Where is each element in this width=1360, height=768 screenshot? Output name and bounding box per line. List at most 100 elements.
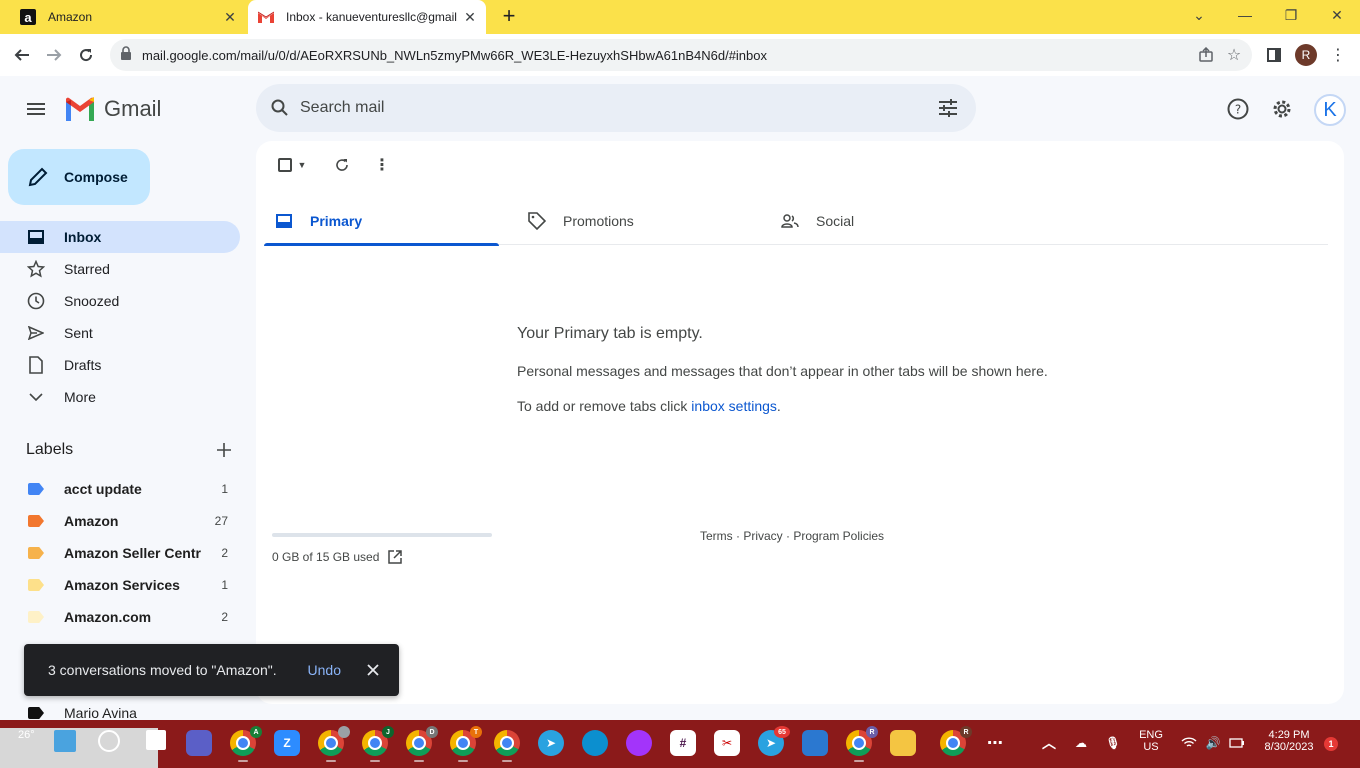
profile-avatar[interactable]: R [1292,41,1320,69]
label-tag-icon [28,547,44,559]
zoom-icon[interactable]: Z [274,730,300,756]
slack-icon[interactable]: # [670,730,696,756]
overflow-icon[interactable]: ⋯ [982,730,1008,756]
tab-search-icon[interactable]: ⌄ [1176,0,1222,30]
onedrive-icon[interactable]: ☁ [1068,730,1094,756]
wifi-icon[interactable] [1176,730,1202,756]
refresh-icon[interactable] [330,153,354,177]
snipping-tool-icon[interactable]: ✂ [714,730,740,756]
main-menu-icon[interactable] [20,93,52,125]
sidebar-item-snoozed[interactable]: Snoozed [0,285,240,317]
back-icon[interactable] [8,41,36,69]
chrome-profile-icon[interactable] [318,726,350,762]
side-panel-icon[interactable] [1260,41,1288,69]
tab-promotions[interactable]: Promotions [517,197,752,245]
sidebar-item-sent[interactable]: Sent [0,317,240,349]
label-item-amazon-seller-central[interactable]: Amazon Seller Centr 2 [0,537,240,569]
footer-links[interactable]: Terms · Privacy · Program Policies [700,529,884,543]
open-external-icon[interactable] [387,549,403,565]
chrome-profile-r-icon[interactable]: R [846,726,878,762]
tab-title: Amazon [48,10,93,24]
reload-icon[interactable] [72,41,100,69]
tab-primary[interactable]: Primary [264,197,499,246]
compose-label: Compose [64,169,128,185]
forward-icon[interactable] [40,41,68,69]
chrome-profile-d-icon[interactable]: D [406,726,438,762]
notepad-icon[interactable] [802,730,828,756]
chrome-profile-a-icon[interactable]: A [230,726,262,762]
chrome-profile-t-icon[interactable]: T [450,726,482,762]
close-icon[interactable]: ✕ [218,5,242,29]
sidebar-item-label: Drafts [64,357,102,373]
new-tab-button[interactable]: + [496,5,522,29]
search-input[interactable] [300,99,936,117]
bookmark-star-icon[interactable]: ☆ [1220,41,1248,69]
label-item-amazon-services[interactable]: Amazon Services 1 [0,569,240,601]
lock-icon[interactable] [120,45,132,65]
clock[interactable]: 4:29 PM 8/30/2023 [1254,729,1324,753]
label-item-amazon-com[interactable]: Amazon.com 2 [0,601,240,633]
tab-label: Promotions [563,213,634,229]
telegram-desktop-icon[interactable]: ➤ 65 [758,726,790,756]
chevron-up-icon[interactable]: ︿ [1036,730,1062,756]
chrome-active-icon[interactable]: R [940,726,972,756]
settings-gear-icon[interactable] [1268,95,1296,123]
search-options-icon[interactable] [936,96,960,120]
label-name: acct update [64,481,142,497]
chrome-profile-j-icon[interactable]: J [362,726,394,762]
help-icon[interactable]: ? [1224,95,1252,123]
language-indicator[interactable]: ENG US [1136,729,1166,753]
sidebar-item-drafts[interactable]: Drafts [0,349,240,381]
hint-prefix: To add or remove tabs click [517,398,692,414]
gmail-logo[interactable]: Gmail [64,96,161,122]
search-bar[interactable] [256,84,976,132]
tab-label: Primary [310,213,363,229]
telegram-icon[interactable]: ➤ [538,730,564,756]
more-options-icon[interactable]: ⋮ [370,153,394,177]
chevron-down-icon [26,387,46,407]
label-item-amazon[interactable]: Amazon 27 [0,505,240,537]
edge-icon[interactable] [582,730,608,756]
file-explorer-icon[interactable] [890,730,916,756]
account-avatar[interactable]: K [1314,94,1346,126]
url-text[interactable]: mail.google.com/mail/u/0/d/AEoRXRSUNb_NW… [142,48,1192,63]
chrome-profile-extra-icon[interactable] [494,730,520,762]
tab-title: Inbox - kanueventuresllc@gmail.com - Gma… [286,10,458,24]
clock-date: 8/30/2023 [1264,741,1314,753]
inbox-settings-link[interactable]: inbox settings [691,398,777,414]
close-icon[interactable]: ✕ [458,5,482,29]
search-icon[interactable] [268,96,292,120]
notification-badge[interactable]: 1 [1324,737,1338,751]
share-icon[interactable] [1192,41,1220,69]
task-view-icon[interactable] [146,730,166,750]
tab-social[interactable]: Social [770,197,1005,245]
star-icon [26,259,46,279]
sidebar-item-more[interactable]: More [0,381,240,413]
teams-icon[interactable] [186,730,212,756]
caret-down-icon[interactable]: ▼ [298,160,307,170]
sidebar-item-starred[interactable]: Starred [0,253,240,285]
messenger-icon[interactable] [626,730,652,756]
window-close-icon[interactable]: ✕ [1314,0,1360,30]
address-bar[interactable]: mail.google.com/mail/u/0/d/AEoRXRSUNb_NW… [110,39,1252,71]
restore-icon[interactable]: ❐ [1268,0,1314,30]
compose-button[interactable]: Compose [8,149,150,205]
battery-icon[interactable] [1224,730,1250,756]
add-label-icon[interactable] [212,438,236,462]
microphone-icon[interactable]: 🎙 [1100,730,1126,756]
browser-tab-gmail[interactable]: Inbox - kanueventuresllc@gmail.com - Gma… [248,0,486,34]
people-icon [780,211,800,231]
browser-menu-icon[interactable]: ⋮ [1324,41,1352,69]
label-count: 27 [214,514,228,528]
browser-tab-amazon[interactable]: a Amazon ✕ [10,0,246,34]
label-item-acct-update[interactable]: acct update 1 [0,473,240,505]
search-icon[interactable] [98,730,120,752]
close-icon[interactable] [361,658,385,682]
gmail-icon [258,9,274,25]
minimize-icon[interactable]: — [1222,0,1268,30]
sidebar-item-inbox[interactable]: Inbox [0,221,240,253]
volume-icon[interactable]: 🔊 [1200,730,1226,756]
select-all-checkbox[interactable]: ▼ [274,153,310,177]
undo-button[interactable]: Undo [308,662,341,678]
start-icon[interactable] [54,730,76,752]
